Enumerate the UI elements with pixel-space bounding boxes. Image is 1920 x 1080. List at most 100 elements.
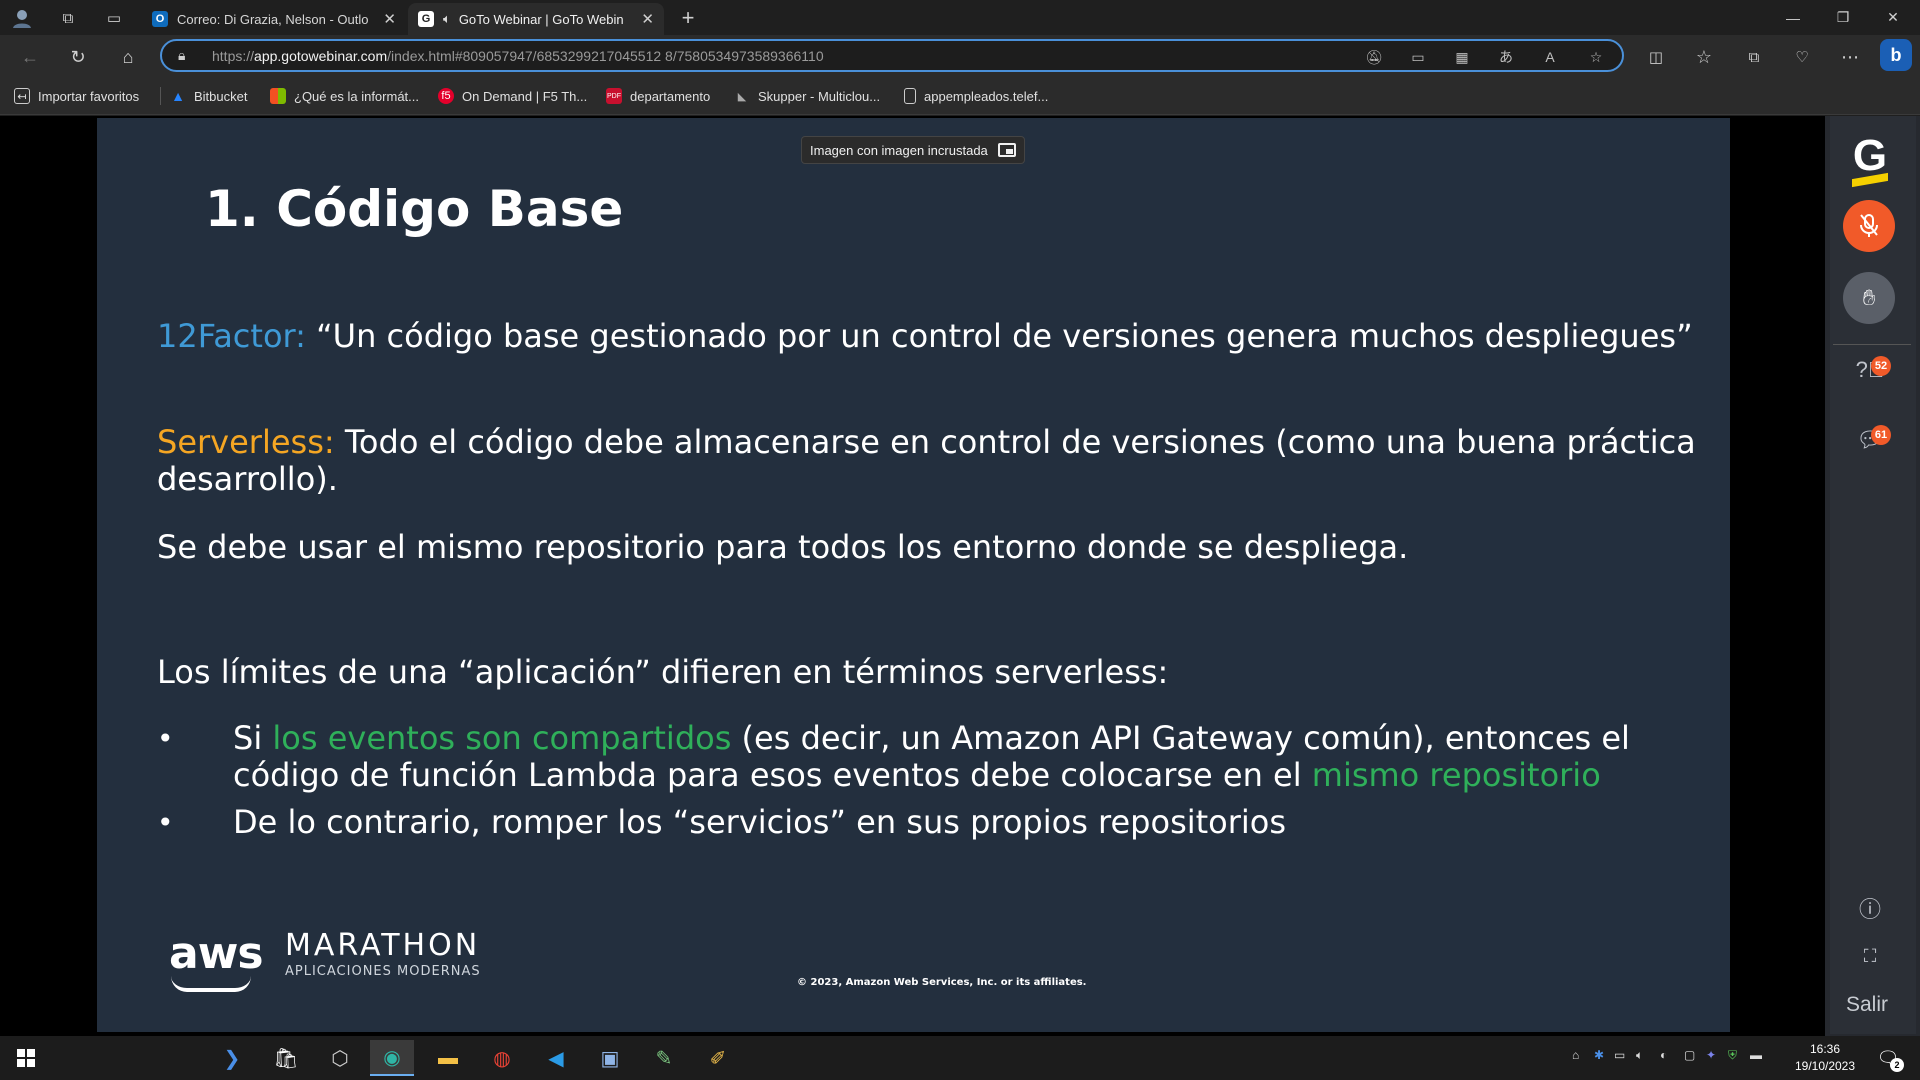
browser-essentials-icon[interactable]: ♡	[1788, 43, 1816, 71]
powershell-icon[interactable]: ❯	[210, 1040, 254, 1076]
close-tab-icon[interactable]: ✕	[383, 10, 396, 28]
tray-network-icon[interactable]: ⌂	[1572, 1048, 1579, 1062]
favorites-bar: ↤ Importar favoritos ▲ Bitbucket ¿Qué es…	[0, 77, 1920, 115]
lock-icon[interactable]: 🔒︎	[178, 47, 185, 64]
picture-in-picture-icon[interactable]	[997, 143, 1016, 157]
notepad-icon[interactable]: ✎	[642, 1040, 686, 1076]
tray-teams-icon[interactable]: ✦	[1706, 1048, 1716, 1062]
app-available-icon[interactable]: ▭	[1408, 47, 1428, 67]
picture-in-picture-tooltip[interactable]: Imagen con imagen incrustada	[801, 136, 1025, 164]
favorite-import[interactable]: ↤ Importar favoritos	[14, 86, 139, 106]
speaker-icon[interactable]: 🔈︎	[443, 11, 451, 27]
minimize-button[interactable]: —	[1770, 0, 1816, 35]
serverless-label: Serverless:	[157, 423, 335, 461]
chrome-icon[interactable]: ◍	[480, 1040, 524, 1076]
page-icon	[904, 88, 916, 104]
start-button[interactable]	[4, 1040, 48, 1076]
chat-badge: 61	[1871, 425, 1891, 445]
vertical-tabs-icon[interactable]: ▭	[102, 6, 126, 30]
favorite-f5[interactable]: f5 On Demand | F5 Th...	[438, 86, 587, 106]
store-icon[interactable]: 🛍︎	[264, 1040, 308, 1076]
favorite-star-icon[interactable]: ☆	[1586, 47, 1606, 67]
limits-line: Los límites de una “aplicación” difieren…	[157, 653, 1169, 691]
favorite-appempleados[interactable]: appempleados.telef...	[904, 86, 1048, 106]
fullscreen-button[interactable]: ⛶	[1856, 942, 1884, 970]
bullet-1-highlight: los eventos son compartidos	[272, 719, 732, 757]
windows-logo-icon	[17, 1049, 35, 1067]
package-icon[interactable]: ⬡	[318, 1040, 362, 1076]
split-screen-icon[interactable]: ◫	[1642, 43, 1670, 71]
browser-toolbar: ← ↻ ⌂ 🔒︎ https://app.gotowebinar.com/ind…	[0, 35, 1920, 77]
favorites-icon[interactable]: ☆	[1690, 43, 1718, 71]
new-tab-button[interactable]: +	[676, 5, 700, 30]
bullet-1-marker: •	[157, 722, 174, 755]
aws-smile-icon	[171, 976, 251, 992]
url-text[interactable]: https://app.gotowebinar.com/index.html#8…	[212, 48, 824, 64]
tab-goto-webinar[interactable]: G 🔈︎ GoTo Webinar | GoTo Webin ✕	[408, 3, 664, 35]
tray-security-icon[interactable]: ⛨	[1728, 1048, 1737, 1063]
favorite-label: appempleados.telef...	[924, 88, 1049, 104]
close-window-button[interactable]: ✕	[1870, 0, 1916, 35]
vscode-icon[interactable]: ◀	[534, 1040, 578, 1076]
microphone-muted-icon	[1860, 214, 1878, 237]
file-explorer-icon[interactable]: ▬	[426, 1040, 470, 1076]
favorite-microsoft[interactable]: ¿Qué es la informát...	[270, 86, 419, 106]
close-tab-icon[interactable]: ✕	[641, 10, 654, 28]
f5-icon: f5	[438, 88, 454, 104]
tray-bluetooth-icon[interactable]: ✱	[1594, 1048, 1604, 1062]
tray-wifi-icon[interactable]: ▭	[1614, 1048, 1625, 1062]
home-button[interactable]: ⌂	[114, 43, 142, 71]
tray-volume-icon[interactable]: 🔈︎	[1636, 1048, 1643, 1063]
url-scheme: https://	[212, 48, 255, 64]
tooltip-text: Imagen con imagen incrustada	[810, 142, 988, 158]
bitbucket-icon: ▲	[171, 88, 185, 104]
system-clock[interactable]: 16:36 19/10/2023	[1790, 1041, 1860, 1075]
clock-date: 19/10/2023	[1794, 1059, 1856, 1073]
skupper-icon: ◣	[737, 90, 747, 103]
profile-avatar-icon[interactable]	[10, 6, 34, 30]
favorite-label: departamento	[630, 88, 711, 104]
favorite-label: ¿Qué es la informát...	[294, 88, 419, 104]
favorite-departamento[interactable]: PDF departamento	[606, 86, 710, 106]
more-menu-icon[interactable]: ⋯	[1836, 43, 1864, 71]
tab-label: Correo: Di Grazia, Nelson - Outlo	[177, 11, 369, 27]
presentation-slide: Imagen con imagen incrustada 1. Código B…	[97, 118, 1730, 1032]
microphone-button[interactable]	[1843, 200, 1895, 252]
tab-outlook[interactable]: O Correo: Di Grazia, Nelson - Outlo ✕	[142, 3, 406, 35]
favorite-bitbucket[interactable]: ▲ Bitbucket	[170, 86, 247, 106]
slide-title: 1. Código Base	[205, 180, 624, 238]
notification-badge: 2	[1890, 1058, 1904, 1072]
url-host: app.gotowebinar.com	[254, 48, 388, 64]
repository-line: Se debe usar el mismo repositorio para t…	[157, 528, 1409, 566]
collections-icon[interactable]: ⧉	[1740, 43, 1768, 71]
restore-button[interactable]: ❐	[1820, 0, 1866, 35]
exit-button[interactable]: Salir	[1846, 993, 1888, 1017]
workspaces-icon[interactable]: ⧉	[56, 6, 80, 30]
bullet-1-highlight-2: mismo repositorio	[1311, 756, 1601, 794]
bullet-2-text: De lo contrario, romper los “servicios” …	[233, 803, 1287, 841]
info-button[interactable]: ⓘ	[1856, 894, 1884, 922]
remote-desktop-icon[interactable]: ▣	[588, 1040, 632, 1076]
tray-battery-icon[interactable]: ▬	[1750, 1048, 1762, 1062]
bullet-2-marker: •	[157, 806, 174, 839]
bing-copilot-icon[interactable]: b	[1880, 39, 1912, 71]
address-bar[interactable]: 🔒︎ https://app.gotowebinar.com/index.htm…	[160, 39, 1624, 72]
microsoft-icon	[270, 88, 286, 104]
translate-icon[interactable]: あ	[1496, 47, 1516, 67]
edge-icon[interactable]: ◉	[370, 1040, 414, 1076]
qr-code-icon[interactable]: ▦	[1452, 47, 1472, 67]
favorite-skupper[interactable]: ◣ Skupper - Multiclou...	[734, 86, 880, 106]
favorites-separator	[160, 87, 161, 105]
notifications-blocked-icon[interactable]: 🔕︎	[1364, 47, 1384, 67]
tray-vpn-icon[interactable]: ▢	[1684, 1048, 1695, 1062]
favorite-label: On Demand | F5 Th...	[462, 88, 588, 104]
paint-icon[interactable]: ✐	[696, 1040, 740, 1076]
tray-defender-icon[interactable]: ◐	[1660, 1048, 1667, 1062]
windows-taskbar: ❯ 🛍︎ ⬡ ◉ ▬ ◍ ◀ ▣ ✎ ✐ ⌂ ✱ ▭ 🔈︎ ◐ ▢ ✦ ⛨ ▬ …	[0, 1036, 1920, 1080]
info-icon: ⓘ	[1858, 897, 1881, 922]
raise-hand-button[interactable]: ✋︎	[1843, 272, 1895, 324]
refresh-button[interactable]: ↻	[64, 43, 92, 71]
read-aloud-icon[interactable]: A	[1540, 47, 1560, 67]
bullet-1-mid: (es decir, un Amazon API Gateway común),…	[731, 719, 1630, 757]
back-button[interactable]: ←	[16, 43, 44, 71]
